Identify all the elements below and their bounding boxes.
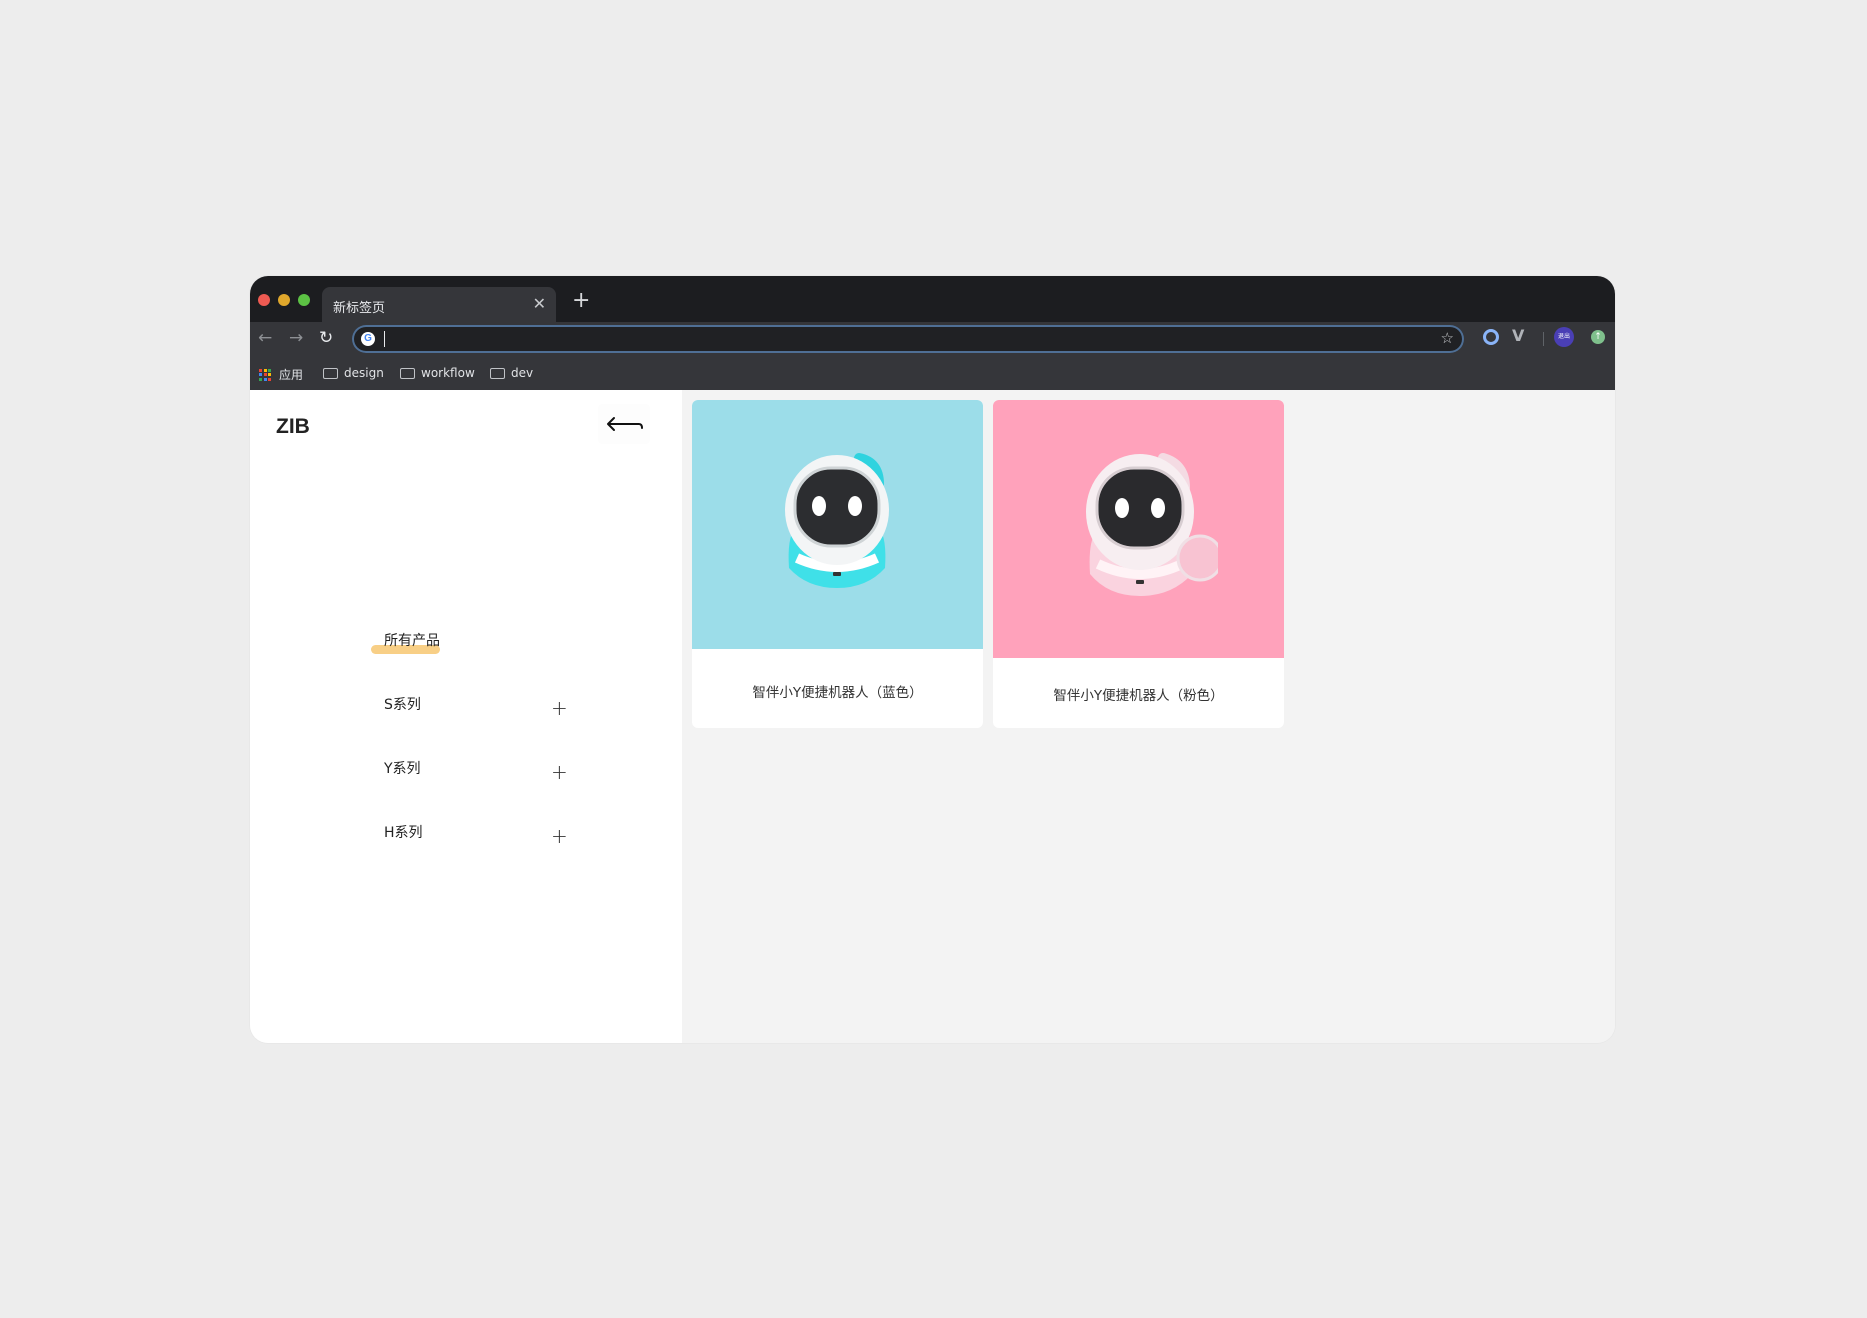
plus-icon[interactable]: +: [551, 760, 568, 784]
maximize-window-button[interactable]: [298, 294, 310, 306]
forward-icon[interactable]: →: [289, 328, 303, 348]
reload-icon[interactable]: ↻: [319, 328, 333, 348]
tab-strip: 新标签页 ✕ +: [250, 276, 1615, 322]
browser-toolbar: ← → ↻ G ☆ V 退出 ↑: [250, 322, 1615, 358]
close-icon[interactable]: ✕: [533, 294, 546, 313]
plus-icon[interactable]: +: [551, 824, 568, 848]
robot-icon: [1086, 453, 1218, 596]
address-bar[interactable]: G ☆: [352, 325, 1464, 353]
tab-new-tab[interactable]: 新标签页 ✕: [322, 287, 556, 322]
bookmarks-bar: 应用 design workflow dev: [250, 358, 1615, 391]
plus-icon[interactable]: +: [551, 696, 568, 720]
extension-circle-icon[interactable]: [1483, 329, 1499, 345]
profile-avatar[interactable]: 退出: [1554, 327, 1574, 347]
bookmark-apps[interactable]: 应用: [259, 366, 303, 383]
product-card[interactable]: 智伴小Y便捷机器人（蓝色）: [692, 400, 983, 728]
back-button[interactable]: [598, 404, 650, 444]
browser-window: 新标签页 ✕ + ← → ↻ G ☆ V 退出 ↑ 应用 design work…: [250, 276, 1615, 1043]
back-icon[interactable]: ←: [258, 328, 272, 348]
update-icon[interactable]: ↑: [1591, 330, 1605, 344]
folder-icon: [323, 367, 338, 379]
bookmark-dev[interactable]: dev: [490, 366, 533, 380]
bookmark-label: workflow: [421, 366, 475, 380]
back-arrow-icon: [607, 417, 643, 431]
text-cursor: [384, 331, 385, 347]
google-icon: G: [361, 332, 375, 346]
brand-logo: ZIB: [276, 415, 310, 438]
product-image: [993, 400, 1284, 658]
tab-title: 新标签页: [333, 301, 386, 316]
product-name: 智伴小Y便捷机器人（粉色）: [1053, 688, 1224, 704]
menu-item-h-series[interactable]: H系列: [384, 822, 423, 842]
new-tab-button[interactable]: +: [572, 290, 590, 312]
close-window-button[interactable]: [258, 294, 270, 306]
sidebar: ZIB 所有产品 S系列 + Y系列 + H系列 +: [250, 390, 682, 1043]
minimize-window-button[interactable]: [278, 294, 290, 306]
product-card[interactable]: 智伴小Y便捷机器人（粉色）: [993, 400, 1284, 728]
menu-item-s-series[interactable]: S系列: [384, 694, 421, 714]
menu-item-all-products[interactable]: 所有产品: [384, 630, 440, 650]
toolbar-divider: [1543, 332, 1544, 346]
bookmark-star-icon[interactable]: ☆: [1441, 329, 1454, 347]
product-image: [692, 400, 983, 649]
bookmark-apps-label: 应用: [279, 368, 304, 382]
bookmark-label: design: [344, 366, 384, 380]
apps-grid-icon: [259, 368, 271, 381]
bookmark-design[interactable]: design: [323, 366, 384, 380]
page-content: ZIB 所有产品 S系列 + Y系列 + H系列 + 智伴小Y便捷机器人（蓝色）…: [250, 390, 1615, 1043]
folder-icon: [490, 367, 505, 379]
folder-icon: [400, 367, 415, 379]
product-name: 智伴小Y便捷机器人（蓝色）: [752, 685, 923, 701]
robot-icon: [785, 453, 889, 588]
menu-item-y-series[interactable]: Y系列: [384, 758, 421, 778]
bookmark-workflow[interactable]: workflow: [400, 366, 475, 380]
bookmark-label: dev: [511, 366, 534, 380]
vue-devtools-icon[interactable]: V: [1512, 326, 1524, 345]
